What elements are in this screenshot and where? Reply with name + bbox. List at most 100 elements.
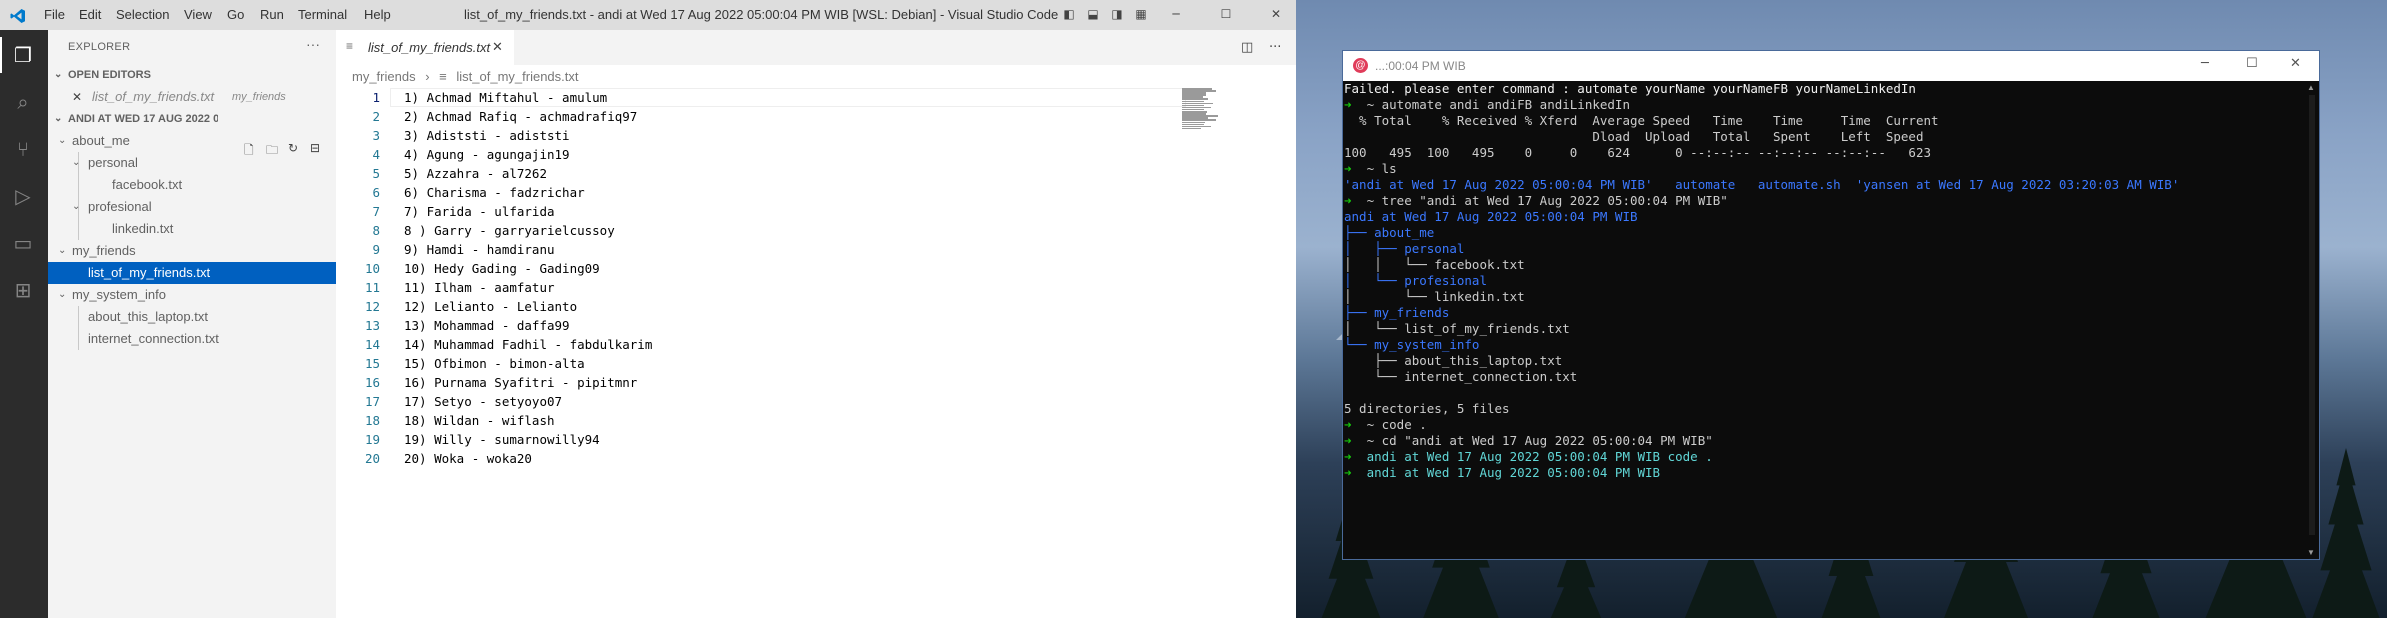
source-control-icon[interactable]: ⑂	[8, 134, 38, 164]
line-number: 3	[372, 128, 380, 143]
explorer-icon[interactable]: ❐	[8, 40, 38, 70]
menu-help[interactable]: Help	[364, 7, 391, 22]
tree-folder-my-friends[interactable]: ⌄ my_friends	[48, 240, 336, 262]
terminal-line: │ └── profesional	[1344, 273, 1487, 288]
terminal-output[interactable]: Failed. please enter command : automate …	[1343, 81, 2305, 559]
breadcrumb: my_friends › ≡ list_of_my_friends.txt	[352, 66, 585, 88]
open-editors-section[interactable]: ⌄ OPEN EDITORS	[48, 64, 336, 86]
tree-folder-about-me[interactable]: ⌄ about_me	[48, 130, 336, 152]
tree-folder-my-system-info[interactable]: ⌄ my_system_info	[48, 284, 336, 306]
workspace-label: ANDI AT WED 17 AUG 2022 05:...	[68, 113, 218, 125]
vscode-window: File Edit Selection View Go Run Terminal…	[0, 0, 1296, 618]
code-line[interactable]: 14) Muhammad Fadhil - fabdulkarim	[404, 335, 652, 354]
scroll-up-icon[interactable]: ▲	[2307, 83, 2315, 92]
code-line[interactable]: 17) Setyo - setyoyo07	[404, 392, 562, 411]
line-number: 14	[364, 337, 380, 352]
split-editor-icon[interactable]: ◫	[1241, 40, 1253, 55]
workspace-section[interactable]: ⌄ ANDI AT WED 17 AUG 2022 05:...	[48, 108, 218, 130]
terminal-line: ➜ ~ automate andi andiFB andiLinkedIn	[1344, 97, 1630, 113]
minimap[interactable]	[1182, 88, 1222, 130]
scrollbar-thumb[interactable]	[2309, 95, 2315, 535]
code-line[interactable]: 8 ) Garry - garryarielcussoy	[404, 221, 615, 240]
line-number: 5	[372, 166, 380, 181]
chevron-down-icon: ⌄	[54, 69, 63, 80]
maximize-icon[interactable]: ☐	[2246, 56, 2258, 71]
line-number: 13	[364, 318, 380, 333]
tree-file-about-this-laptop[interactable]: about_this_laptop.txt	[48, 306, 336, 328]
code-line[interactable]: 6) Charisma - fadzrichar	[404, 183, 585, 202]
tree-file-internet-connection[interactable]: internet_connection.txt	[48, 328, 336, 350]
code-line[interactable]: 11) Ilham - aamfatur	[404, 278, 555, 297]
code-line[interactable]: 15) Ofbimon - bimon-alta	[404, 354, 585, 373]
menu-go[interactable]: Go	[227, 7, 244, 22]
run-debug-icon[interactable]: ▷	[8, 181, 38, 211]
toggle-sidebar-icon[interactable]: ◧	[1059, 4, 1079, 24]
code-line[interactable]: 7) Farida - ulfarida	[404, 202, 555, 221]
minimap-line	[1182, 127, 1201, 130]
menu-view[interactable]: View	[184, 7, 212, 22]
code-line[interactable]: 13) Mohammad - daffa99	[404, 316, 570, 335]
remote-explorer-icon[interactable]: ▭	[8, 228, 38, 258]
code-line[interactable]: 16) Purnama Syafitri - pipitmnr	[404, 373, 637, 392]
line-number: 4	[372, 147, 380, 162]
terminal-line-text: ~ automate andi andiFB andiLinkedIn	[1351, 97, 1630, 112]
tree-file-list-of-my-friends[interactable]: list_of_my_friends.txt	[48, 262, 336, 284]
chevron-down-icon: ⌄	[54, 113, 63, 124]
line-number: 10	[364, 261, 380, 276]
code-line[interactable]: 1) Achmad Miftahul - amulum	[404, 88, 607, 107]
menu-run[interactable]: Run	[260, 7, 284, 22]
terminal-line: │ └── linkedin.txt	[1344, 289, 1525, 304]
menu-edit[interactable]: Edit	[79, 7, 101, 22]
menu-file[interactable]: File	[44, 7, 65, 22]
terminal-line: ├── my_friends	[1344, 305, 1450, 320]
extensions-icon[interactable]: ⊞	[8, 275, 38, 305]
customize-layout-icon[interactable]: ▦	[1131, 4, 1151, 24]
tab-list-of-my-friends[interactable]: ≡ list_of_my_friends.txt ✕	[336, 30, 514, 65]
more-actions-icon[interactable]: ···	[1269, 40, 1281, 55]
search-icon[interactable]: ⌕	[8, 87, 38, 117]
tree-folder-personal[interactable]: ⌄ personal	[48, 152, 336, 174]
more-actions-icon[interactable]: ···	[306, 36, 320, 52]
terminal-line: 'andi at Wed 17 Aug 2022 05:00:04 PM WIB…	[1344, 177, 2180, 192]
code-line[interactable]: 20) Woka - woka20	[404, 449, 532, 468]
minimize-icon[interactable]: ─	[1166, 4, 1186, 24]
close-icon[interactable]: ✕	[72, 86, 82, 108]
maximize-icon[interactable]: ☐	[1216, 4, 1236, 24]
tree-file-facebook[interactable]: facebook.txt	[48, 174, 336, 196]
line-number: 6	[372, 185, 380, 200]
terminal-line-text: ~ code .	[1351, 417, 1427, 432]
code-line[interactable]: 10) Hedy Gading - Gading09	[404, 259, 600, 278]
toggle-panel-icon[interactable]: ⬓	[1083, 4, 1103, 24]
chevron-down-icon: ⌄	[58, 135, 67, 146]
tree-folder-profesional[interactable]: ⌄ profesional	[48, 196, 336, 218]
menu-terminal[interactable]: Terminal	[298, 7, 347, 22]
tree-file-linkedin[interactable]: linkedin.txt	[48, 218, 336, 240]
open-editor-item[interactable]: ✕ list_of_my_friends.txt my_friends	[48, 86, 336, 108]
scroll-down-icon[interactable]: ▼	[2307, 548, 2315, 557]
code-line[interactable]: 2) Achmad Rafiq - achmadrafiq97	[404, 107, 637, 126]
terminal-scrollbar[interactable]: ▲ ▼	[2305, 81, 2319, 559]
code-line[interactable]: 19) Willy - sumarnowilly94	[404, 430, 600, 449]
terminal-line: ➜ ~ cd "andi at Wed 17 Aug 2022 05:00:04…	[1344, 433, 1713, 449]
code-line[interactable]: 9) Hamdi - hamdiranu	[404, 240, 555, 259]
breadcrumb-folder[interactable]: my_friends	[352, 69, 416, 84]
terminal-line: 5 directories, 5 files	[1344, 401, 1510, 416]
close-icon[interactable]: ✕	[1266, 4, 1286, 24]
breadcrumb-file[interactable]: list_of_my_friends.txt	[456, 69, 578, 84]
code-line[interactable]: 4) Agung - agungajin19	[404, 145, 570, 164]
close-icon[interactable]: ✕	[492, 39, 503, 55]
line-number: 15	[364, 356, 380, 371]
code-line[interactable]: 3) Adiststi - adiststi	[404, 126, 570, 145]
open-editor-folder: my_friends	[232, 91, 286, 103]
code-line[interactable]: 18) Wildan - wiflash	[404, 411, 555, 430]
debian-logo-icon: @	[1353, 58, 1368, 73]
code-line[interactable]: 5) Azzahra - al7262	[404, 164, 547, 183]
toggle-secondary-sidebar-icon[interactable]: ◨	[1107, 4, 1127, 24]
minimize-icon[interactable]: ─	[2201, 56, 2209, 71]
line-number: 11	[364, 280, 380, 295]
tree-label: my_friends	[72, 243, 136, 258]
code-line[interactable]: 12) Lelianto - Lelianto	[404, 297, 577, 316]
menu-selection[interactable]: Selection	[116, 7, 169, 22]
explorer-sidebar: EXPLORER ··· ⌄ OPEN EDITORS ✕ list_of_my…	[48, 30, 336, 618]
close-icon[interactable]: ✕	[2290, 56, 2301, 71]
